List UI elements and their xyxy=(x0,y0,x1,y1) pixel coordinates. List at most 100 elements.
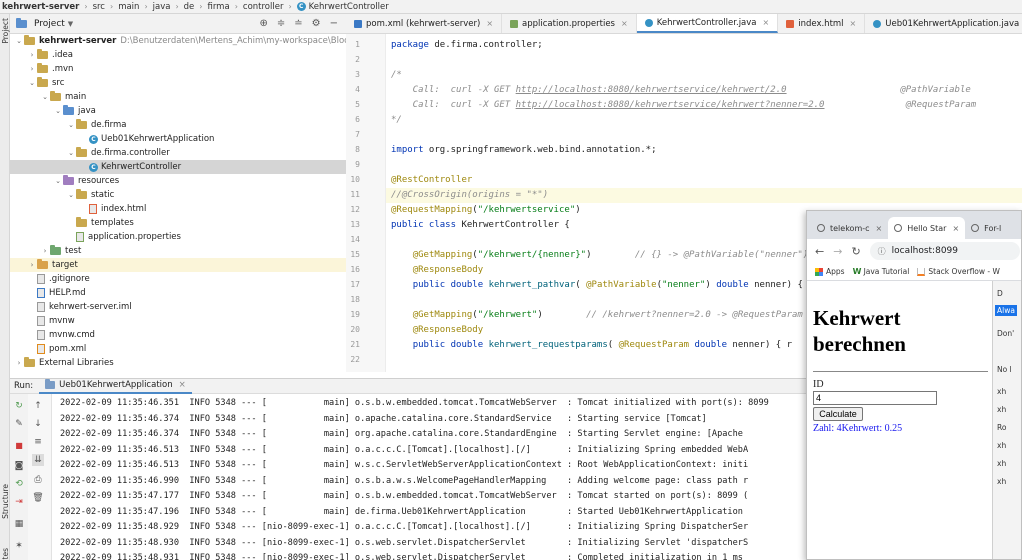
bookmark-apps[interactable]: Apps xyxy=(815,267,845,276)
tree-item[interactable]: application.properties xyxy=(10,230,346,244)
tree-item[interactable]: kehrwert-server.iml xyxy=(10,300,346,314)
scroll-to-end-icon[interactable]: ⇊ xyxy=(32,454,44,466)
tree-item[interactable]: HELP.md xyxy=(10,286,346,300)
forward-icon[interactable]: → xyxy=(833,245,842,258)
restore-icon[interactable]: ⟲ xyxy=(13,478,25,490)
editor-tab[interactable]: Ueb01KehrwertApplication.java× xyxy=(865,14,1022,33)
tree-item[interactable]: ⌄ de.firma xyxy=(10,118,346,132)
exit-icon[interactable]: ⇥ xyxy=(13,496,25,508)
chevron-down-icon[interactable]: ⌄ xyxy=(53,177,63,185)
devtools-item[interactable]: No l xyxy=(997,365,1012,374)
tree-item[interactable]: templates xyxy=(10,216,346,230)
browser-tab[interactable]: Hello Star × xyxy=(888,217,966,239)
devtools-item[interactable]: xh xyxy=(997,441,1006,450)
tree-item[interactable]: mvnw.cmd xyxy=(10,328,346,342)
close-icon[interactable]: × xyxy=(179,380,186,390)
chevron-down-icon[interactable]: ⌄ xyxy=(66,121,76,129)
chevron-down-icon[interactable]: ▼ xyxy=(68,20,73,28)
breadcrumb-item[interactable]: java xyxy=(153,2,171,12)
tree-item[interactable]: C KehrwertController xyxy=(10,160,346,174)
expand-all-icon[interactable]: ≑ xyxy=(277,18,285,29)
tree-item[interactable]: › target xyxy=(10,258,346,272)
close-icon[interactable]: × xyxy=(763,18,770,27)
chevron-right-icon[interactable]: › xyxy=(27,65,37,73)
code-line[interactable]: //@CrossOrigin(origins = "*") xyxy=(386,188,1022,203)
rerun-icon[interactable]: ↻ xyxy=(13,400,25,412)
devtools-item[interactable]: xh xyxy=(997,405,1006,414)
reload-icon[interactable]: ↻ xyxy=(851,245,860,258)
run-tab[interactable]: Ueb01KehrwertApplication × xyxy=(39,378,192,394)
code-line[interactable]: Call: curl -X GET http://localhost:8080/… xyxy=(391,83,971,98)
tree-item[interactable]: ⌄ src xyxy=(10,76,346,90)
wrench-icon[interactable]: ✎ xyxy=(13,418,25,430)
browser-tab[interactable]: For-l xyxy=(965,217,1007,239)
code-line[interactable]: */ xyxy=(391,113,402,128)
arrow-up-icon[interactable]: ↑ xyxy=(32,400,44,412)
code-line[interactable]: @ResponseBody xyxy=(391,323,483,338)
devtools-item[interactable]: xh xyxy=(997,459,1006,468)
gear-icon[interactable]: ⚙ xyxy=(312,18,321,29)
trash-icon[interactable]: 🗑 xyxy=(32,492,44,504)
devtools-item[interactable]: Ro xyxy=(997,423,1006,432)
bookmark-stack-overflow[interactable]: Stack Overflow - W xyxy=(917,267,1000,276)
code-line[interactable]: package de.firma.controller; xyxy=(391,38,543,53)
code-line[interactable]: @RequestMapping("/kehrwertservice") xyxy=(391,203,581,218)
close-icon[interactable]: × xyxy=(621,19,628,28)
tree-item[interactable]: › .mvn xyxy=(10,62,346,76)
code-line[interactable]: Call: curl -X GET http://localhost:8080/… xyxy=(391,98,977,113)
chevron-right-icon[interactable]: › xyxy=(40,247,50,255)
editor-tab[interactable]: index.html × xyxy=(778,14,866,33)
tree-item[interactable]: › test xyxy=(10,244,346,258)
pin-icon[interactable]: ✶ xyxy=(13,540,25,552)
breadcrumb-item[interactable]: src xyxy=(93,2,105,12)
arrow-down-icon[interactable]: ↓ xyxy=(32,418,44,430)
locate-icon[interactable]: ⊕ xyxy=(259,18,267,29)
tree-item[interactable]: ⌄ java xyxy=(10,104,346,118)
chevron-right-icon[interactable]: › xyxy=(27,51,37,59)
layout-icon[interactable]: ▦ xyxy=(13,518,25,530)
code-line[interactable]: @GetMapping("/kehrwert") // /kehrwert?ne… xyxy=(391,308,803,323)
camera-icon[interactable]: ◙ xyxy=(13,460,25,472)
code-line[interactable]: @GetMapping("/kehrwert/{nenner}") // {} … xyxy=(391,248,809,263)
stop-icon[interactable]: ■ xyxy=(13,440,25,452)
code-line[interactable]: import org.springframework.web.bind.anno… xyxy=(391,143,657,158)
tree-item[interactable]: ⌄ main xyxy=(10,90,346,104)
devtools-item[interactable]: Alwa xyxy=(995,305,1017,316)
print-icon[interactable]: ⎙ xyxy=(32,474,44,486)
editor-tab[interactable]: application.properties × xyxy=(502,14,637,33)
project-panel-title[interactable]: Project xyxy=(34,19,65,29)
minimize-icon[interactable]: − xyxy=(330,18,338,29)
close-icon[interactable]: × xyxy=(486,19,493,28)
favorites-side-tab[interactable]: Favorites xyxy=(1,548,10,560)
project-side-tab[interactable]: Project xyxy=(1,18,10,44)
breadcrumb-item[interactable]: de xyxy=(184,2,195,12)
address-bar[interactable]: ⓘ localhost:8099 xyxy=(869,242,1020,260)
chevron-down-icon[interactable]: ⌄ xyxy=(66,149,76,157)
chevron-down-icon[interactable]: ⌄ xyxy=(40,93,50,101)
close-icon[interactable]: × xyxy=(876,224,883,233)
tree-item[interactable]: mvnw xyxy=(10,314,346,328)
tree-item[interactable]: ⌄ kehrwert-server D:\Benutzerdaten\Mertens… xyxy=(10,34,346,48)
close-icon[interactable]: × xyxy=(850,19,857,28)
tree-item[interactable]: index.html xyxy=(10,202,346,216)
editor-tab[interactable]: KehrwertController.java × xyxy=(636,14,779,33)
tree-item[interactable]: › External Libraries xyxy=(10,356,346,370)
code-line[interactable]: public class KehrwertController { xyxy=(391,218,570,233)
calculate-button[interactable]: Calculate xyxy=(813,407,863,421)
editor-tab[interactable]: pom.xml (kehrwert-server) × xyxy=(346,14,503,33)
tree-item[interactable]: ⌄ static xyxy=(10,188,346,202)
code-line[interactable]: @RestController xyxy=(391,173,472,188)
chevron-right-icon[interactable]: › xyxy=(14,359,24,367)
chevron-down-icon[interactable]: ⌄ xyxy=(53,107,63,115)
breadcrumb-item[interactable]: C KehrwertController xyxy=(296,2,389,12)
devtools-item[interactable]: D xyxy=(997,289,1003,298)
chevron-down-icon[interactable]: ⌄ xyxy=(27,79,37,87)
bookmark-java-tutorial[interactable]: W Java Tutorial xyxy=(853,267,910,276)
structure-side-tab[interactable]: Structure xyxy=(1,484,10,519)
breadcrumb-item[interactable]: kehrwert-server xyxy=(2,2,79,12)
collapse-all-icon[interactable]: ≐ xyxy=(294,18,302,29)
devtools-item[interactable]: xh xyxy=(997,477,1006,486)
chevron-down-icon[interactable]: ⌄ xyxy=(14,37,24,45)
code-line[interactable]: public double kehrwert_requestparams( @R… xyxy=(391,338,792,353)
devtools-item[interactable]: Don' xyxy=(997,329,1014,338)
